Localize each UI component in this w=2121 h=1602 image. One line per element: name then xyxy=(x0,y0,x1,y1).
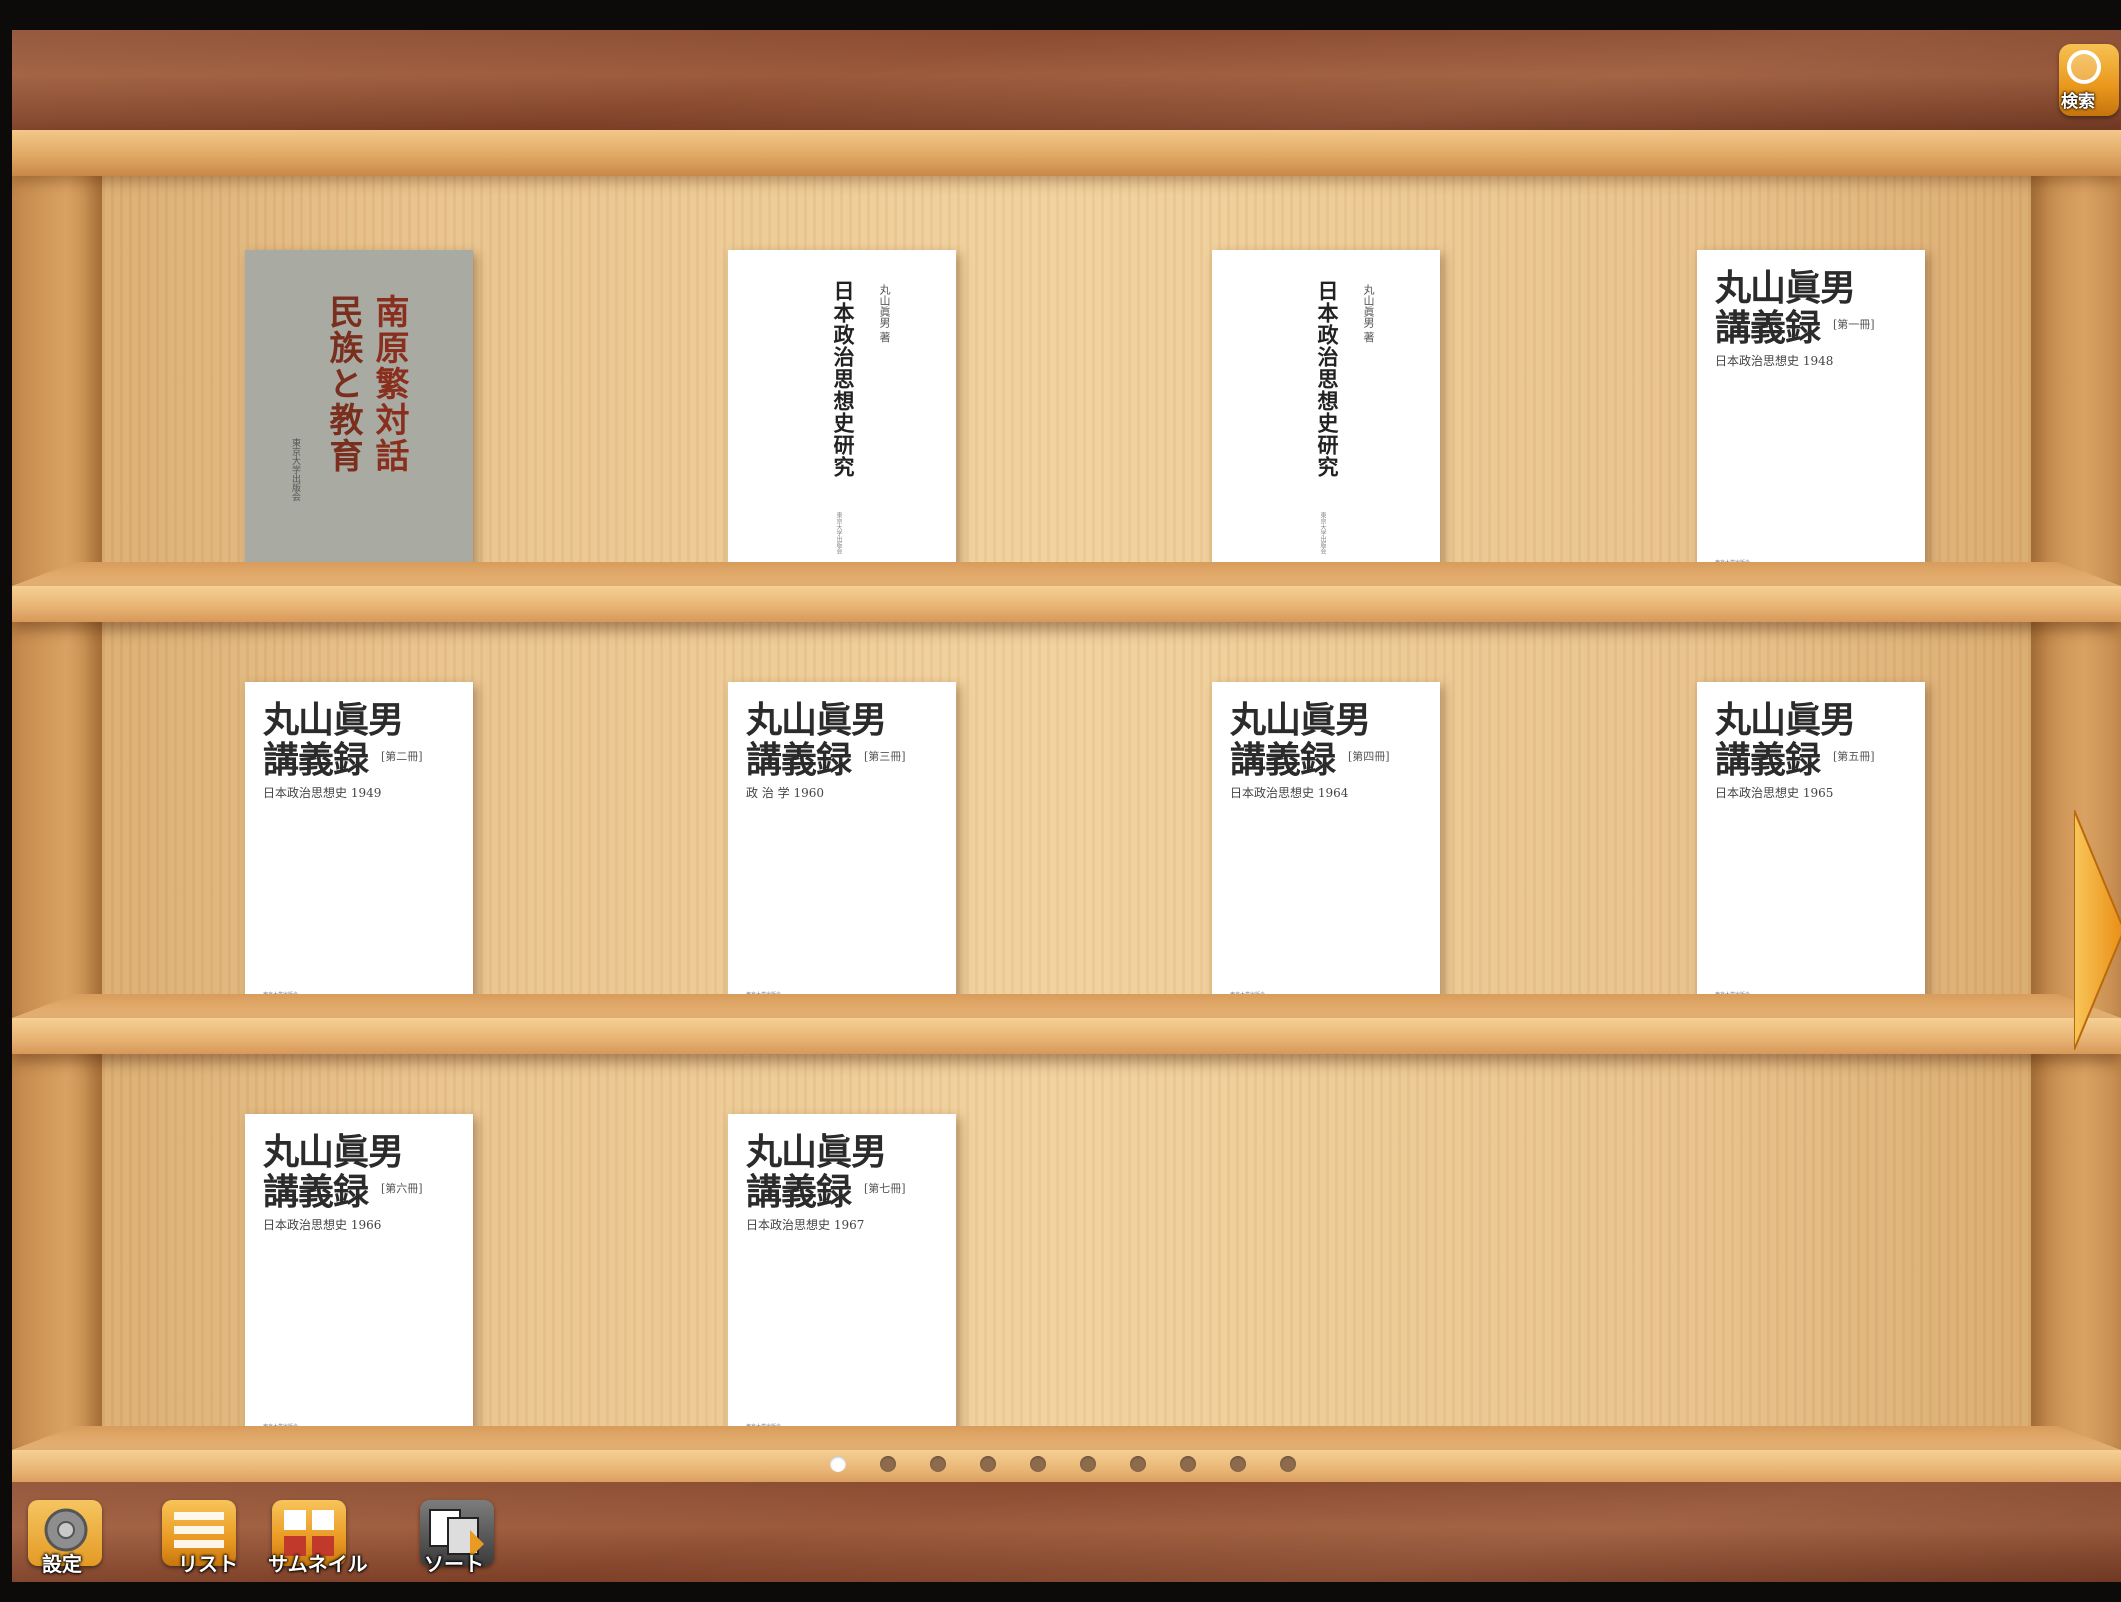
book-lecture-vol1[interactable]: 丸山眞男 講義録 [第一冊] 日本政治思想史 1948 東京大学出版会 xyxy=(1697,250,1925,584)
book-title-a: 南原繁対話 xyxy=(369,294,409,474)
book-nanbara-shigeru[interactable]: 南原繁対話 民族と教育 東京大学出版会 xyxy=(245,250,473,584)
book-series: 丸山眞男 xyxy=(746,1131,887,1173)
page-dot-4[interactable] xyxy=(980,1456,996,1472)
book-title: 講義録 xyxy=(1715,739,1821,781)
book-series: 丸山眞男 xyxy=(1715,267,1856,309)
search-label: 検索 xyxy=(2061,92,2095,112)
sort-label: ソート xyxy=(424,1552,484,1576)
book-volume: [第六冊] xyxy=(381,1182,423,1195)
book-lecture-vol5[interactable]: 丸山眞男 講義録 [第五冊] 日本政治思想史 1965 東京大学出版会 xyxy=(1697,682,1925,1016)
book-volume: [第一冊] xyxy=(1833,318,1875,331)
bookcase-left-side xyxy=(12,130,102,1482)
book-title: 講義録 xyxy=(746,1171,852,1213)
book-title: 講義録 xyxy=(746,739,852,781)
book-series: 丸山眞男 xyxy=(263,699,404,741)
book-subtitle: 日本政治思想史 1966 xyxy=(263,1218,382,1232)
book-title: 日本政治思想史研究 xyxy=(1315,280,1340,478)
book-title: 講義録 xyxy=(1715,307,1821,349)
book-author: 丸山眞男 著 xyxy=(878,284,891,343)
list-label: リスト xyxy=(178,1552,238,1576)
book-volume: [第七冊] xyxy=(864,1182,906,1195)
book-publisher: 東京大学出版会 xyxy=(835,512,842,554)
sort-button[interactable]: ソート xyxy=(420,1500,510,1582)
arrow-right-icon[interactable] xyxy=(2074,810,2121,1050)
book-volume: [第四冊] xyxy=(1348,750,1390,763)
book-subtitle: 政 治 学 1960 xyxy=(746,786,824,800)
book-title: 講義録 xyxy=(1230,739,1336,781)
page-dot-10[interactable] xyxy=(1280,1456,1296,1472)
book-nihon-seiji-shisoshi-1[interactable]: 丸山眞男 著 日本政治思想史研究 東京大学出版会 xyxy=(728,250,956,584)
book-title: 日本政治思想史研究 xyxy=(831,280,856,478)
thumbnail-label: サムネイル xyxy=(268,1552,368,1576)
book-series: 丸山眞男 xyxy=(1230,699,1371,741)
thumbnail-view-button[interactable]: サムネイル xyxy=(268,1500,382,1582)
book-subtitle: 日本政治思想史 1964 xyxy=(1230,786,1349,800)
book-series: 丸山眞男 xyxy=(1715,699,1856,741)
page-dot-2[interactable] xyxy=(880,1456,896,1472)
book-subtitle: 日本政治思想史 1948 xyxy=(1715,354,1834,368)
book-subtitle: 日本政治思想史 1965 xyxy=(1715,786,1834,800)
bookcase: 南原繁対話 民族と教育 東京大学出版会 丸山眞男 著 日本政治思想史研究 東京大… xyxy=(12,130,2121,1486)
page-indicator xyxy=(830,1456,1296,1474)
book-volume: [第五冊] xyxy=(1833,750,1875,763)
book-subtitle: 日本政治思想史 1949 xyxy=(263,786,382,800)
search-icon xyxy=(2067,50,2101,84)
page-dot-3[interactable] xyxy=(930,1456,946,1472)
book-lecture-vol4[interactable]: 丸山眞男 講義録 [第四冊] 日本政治思想史 1964 東京大学出版会 xyxy=(1212,682,1440,1016)
book-nihon-seiji-shisoshi-2[interactable]: 丸山眞男 著 日本政治思想史研究 東京大学出版会 xyxy=(1212,250,1440,584)
settings-button[interactable]: 設定 xyxy=(28,1500,118,1582)
bookshelf-app: 検索 南原繁対話 民族と教育 東京大学出版会 丸山眞男 著 日本政治思想史研究 … xyxy=(12,30,2121,1582)
page-dot-6[interactable] xyxy=(1080,1456,1096,1472)
book-lecture-vol3[interactable]: 丸山眞男 講義録 [第三冊] 政 治 学 1960 東京大学出版会 xyxy=(728,682,956,1016)
page-dot-1[interactable] xyxy=(830,1456,846,1472)
page-dot-8[interactable] xyxy=(1180,1456,1196,1472)
book-volume: [第二冊] xyxy=(381,750,423,763)
book-subtitle: 日本政治思想史 1967 xyxy=(746,1218,865,1232)
top-toolbar: 検索 xyxy=(12,30,2121,130)
page-dot-5[interactable] xyxy=(1030,1456,1046,1472)
book-title: 講義録 xyxy=(263,739,369,781)
book-publisher: 東京大学出版会 xyxy=(290,438,300,501)
book-volume: [第三冊] xyxy=(864,750,906,763)
page-dot-7[interactable] xyxy=(1130,1456,1146,1472)
list-view-button[interactable]: リスト xyxy=(162,1500,252,1582)
book-title: 講義録 xyxy=(263,1171,369,1213)
shelf-2 xyxy=(12,994,2121,1054)
book-lecture-vol6[interactable]: 丸山眞男 講義録 [第六冊] 日本政治思想史 1966 東京大学出版会 xyxy=(245,1114,473,1448)
page-dot-9[interactable] xyxy=(1230,1456,1246,1472)
book-series: 丸山眞男 xyxy=(263,1131,404,1173)
book-author: 丸山眞男 著 xyxy=(1362,284,1375,343)
settings-label: 設定 xyxy=(42,1552,82,1576)
bookcase-right-side xyxy=(2031,130,2121,1482)
search-button[interactable]: 検索 xyxy=(2059,44,2119,116)
book-lecture-vol2[interactable]: 丸山眞男 講義録 [第二冊] 日本政治思想史 1949 東京大学出版会 xyxy=(245,682,473,1016)
book-series: 丸山眞男 xyxy=(746,699,887,741)
book-publisher: 東京大学出版会 xyxy=(1319,512,1326,554)
shelf-1 xyxy=(12,562,2121,622)
book-title-b: 民族と教育 xyxy=(323,294,363,474)
book-lecture-vol7[interactable]: 丸山眞男 講義録 [第七冊] 日本政治思想史 1967 東京大学出版会 xyxy=(728,1114,956,1448)
bookcase-top-board xyxy=(12,130,2121,176)
